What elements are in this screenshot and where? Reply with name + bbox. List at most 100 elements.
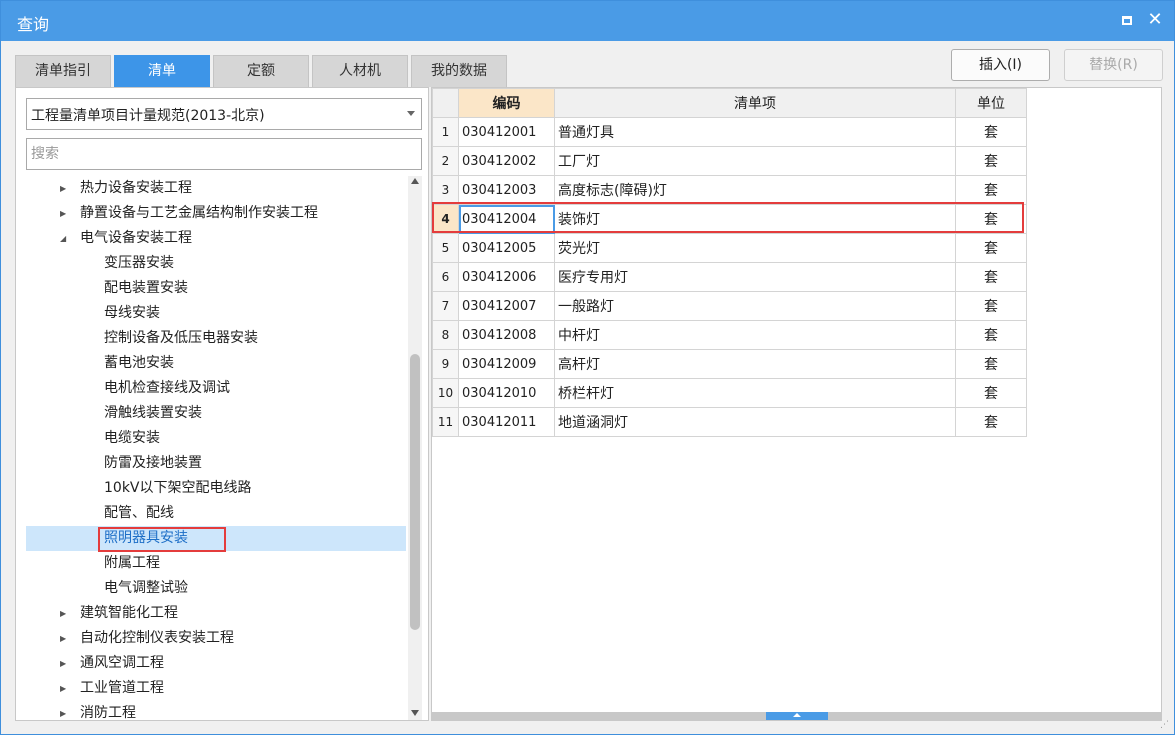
expand-arrow-icon[interactable]: ▶ (60, 676, 66, 701)
tree-node[interactable]: ▶ 静置设备与工艺金属结构制作安装工程 (26, 201, 406, 226)
title-bar[interactable]: 查询 ✕ (1, 1, 1174, 41)
tree-node[interactable]: 10kV以下架空配电线路 (26, 476, 406, 501)
tree-node[interactable]: 配电装置安装 (26, 276, 406, 301)
tree-node[interactable]: ▶ 自动化控制仪表安装工程 (26, 626, 406, 651)
tree-node[interactable]: 控制设备及低压电器安装 (26, 326, 406, 351)
tree-node[interactable]: 附属工程 (26, 551, 406, 576)
name-cell[interactable]: 一般路灯 (554, 291, 956, 321)
unit-cell[interactable]: 套 (955, 407, 1027, 437)
tree-node-selected[interactable]: 照明器具安装 (26, 526, 406, 552)
table-row[interactable]: 2 030412002 工厂灯套 (432, 146, 1027, 176)
name-cell[interactable]: 医疗专用灯 (554, 262, 956, 292)
name-cell[interactable]: 中杆灯 (554, 320, 956, 350)
name-cell[interactable]: 高杆灯 (554, 349, 956, 379)
name-cell[interactable]: 地道涵洞灯 (554, 407, 956, 437)
name-cell[interactable]: 桥栏杆灯 (554, 378, 956, 408)
code-column-header[interactable]: 编码 (458, 88, 555, 118)
table-row[interactable]: 7 030412007 一般路灯套 (432, 291, 1027, 321)
search-input[interactable] (26, 138, 422, 170)
table-row[interactable]: 11 030412011 地道涵洞灯套 (432, 407, 1027, 437)
table-row[interactable]: 6 030412006 医疗专用灯套 (432, 262, 1027, 292)
tree-node[interactable]: 电缆安装 (26, 426, 406, 451)
code-cell[interactable]: 030412002 (458, 146, 555, 176)
code-cell[interactable]: 030412001 (458, 117, 555, 147)
unit-cell[interactable]: 套 (955, 320, 1027, 350)
scroll-up-icon[interactable] (411, 178, 419, 184)
code-cell[interactable]: 030412007 (458, 291, 555, 321)
row-number: 9 (432, 349, 459, 379)
table-row[interactable]: 10 030412010 桥栏杆灯套 (432, 378, 1027, 408)
code-cell[interactable]: 030412011 (458, 407, 555, 437)
code-cell[interactable]: 030412005 (458, 233, 555, 263)
splitter-grip-icon[interactable] (766, 712, 828, 720)
code-cell[interactable]: 030412010 (458, 378, 555, 408)
tree-node[interactable]: 蓄电池安装 (26, 351, 406, 376)
tree-node[interactable]: ◢ 电气设备安装工程 (26, 226, 406, 251)
unit-cell[interactable]: 套 (955, 378, 1027, 408)
tree-node[interactable]: 母线安装 (26, 301, 406, 326)
chevron-down-icon[interactable] (407, 111, 415, 116)
table-row[interactable]: 8 030412008 中杆灯套 (432, 320, 1027, 350)
row-number: 8 (432, 320, 459, 350)
tree-node[interactable]: ▶ 热力设备安装工程 (26, 176, 406, 201)
tab-qingdan[interactable]: 清单 (114, 55, 210, 87)
scroll-down-icon[interactable] (411, 710, 419, 716)
expand-arrow-icon[interactable]: ▶ (60, 176, 66, 201)
table-header-row: 编码 清单项 单位 (432, 88, 1027, 118)
tab-ding-e[interactable]: 定额 (213, 55, 309, 87)
unit-cell[interactable]: 套 (955, 233, 1027, 263)
maximize-icon[interactable] (1116, 9, 1138, 31)
tree-node[interactable]: ▶ 通风空调工程 (26, 651, 406, 676)
table-row[interactable]: 5 030412005 荧光灯套 (432, 233, 1027, 263)
expand-arrow-icon[interactable]: ▶ (60, 651, 66, 676)
tree-node[interactable]: ▶ 工业管道工程 (26, 676, 406, 701)
unit-cell[interactable]: 套 (955, 262, 1027, 292)
tree-node[interactable]: 防雷及接地装置 (26, 451, 406, 476)
name-cell[interactable]: 装饰灯 (554, 204, 956, 234)
replace-button[interactable]: 替换(R) (1064, 49, 1163, 81)
name-cell[interactable]: 高度标志(障碍)灯 (554, 175, 956, 205)
scroll-thumb[interactable] (410, 354, 420, 630)
unit-cell[interactable]: 套 (955, 146, 1027, 176)
unit-cell[interactable]: 套 (955, 204, 1027, 234)
table-row-current[interactable]: 4 030412004 装饰灯套 (432, 204, 1027, 234)
insert-button[interactable]: 插入(I) (951, 49, 1050, 81)
code-cell[interactable]: 030412003 (458, 175, 555, 205)
resize-grip-icon[interactable]: ⋰ (1160, 720, 1170, 730)
table-row[interactable]: 9 030412009 高杆灯套 (432, 349, 1027, 379)
unit-column-header[interactable]: 单位 (955, 88, 1027, 118)
expand-arrow-icon[interactable]: ▶ (60, 601, 66, 626)
tree-node[interactable]: ▶ 消防工程 (26, 701, 406, 720)
name-cell[interactable]: 普通灯具 (554, 117, 956, 147)
name-cell[interactable]: 荧光灯 (554, 233, 956, 263)
code-cell[interactable]: 030412008 (458, 320, 555, 350)
tree-node[interactable]: 变压器安装 (26, 251, 406, 276)
expand-arrow-icon[interactable]: ▶ (60, 201, 66, 226)
tree-node[interactable]: 配管、配线 (26, 501, 406, 526)
code-cell[interactable]: 030412004 (458, 204, 555, 234)
spec-dropdown[interactable]: 工程量清单项目计量规范(2013-北京) (26, 98, 422, 130)
tree-node[interactable]: 滑触线装置安装 (26, 401, 406, 426)
unit-cell[interactable]: 套 (955, 175, 1027, 205)
name-column-header[interactable]: 清单项 (554, 88, 956, 118)
collapse-arrow-icon[interactable]: ◢ (60, 226, 66, 251)
expand-arrow-icon[interactable]: ▶ (60, 701, 66, 720)
table-row[interactable]: 1 030412001 普通灯具套 (432, 117, 1027, 147)
name-cell[interactable]: 工厂灯 (554, 146, 956, 176)
unit-cell[interactable]: 套 (955, 117, 1027, 147)
tab-rencaiji[interactable]: 人材机 (312, 55, 408, 87)
tree-scrollbar[interactable] (408, 176, 422, 720)
tree-node[interactable]: 电气调整试验 (26, 576, 406, 601)
tab-my-data[interactable]: 我的数据 (411, 55, 507, 87)
code-cell[interactable]: 030412006 (458, 262, 555, 292)
expand-arrow-icon[interactable]: ▶ (60, 626, 66, 651)
code-cell[interactable]: 030412009 (458, 349, 555, 379)
horizontal-splitter[interactable] (432, 712, 1161, 720)
close-icon[interactable]: ✕ (1144, 9, 1166, 31)
unit-cell[interactable]: 套 (955, 349, 1027, 379)
tab-qingdan-zhiyin[interactable]: 清单指引 (15, 55, 111, 87)
table-row[interactable]: 3 030412003 高度标志(障碍)灯套 (432, 175, 1027, 205)
tree-node[interactable]: ▶ 建筑智能化工程 (26, 601, 406, 626)
tree-node[interactable]: 电机检查接线及调试 (26, 376, 406, 401)
unit-cell[interactable]: 套 (955, 291, 1027, 321)
